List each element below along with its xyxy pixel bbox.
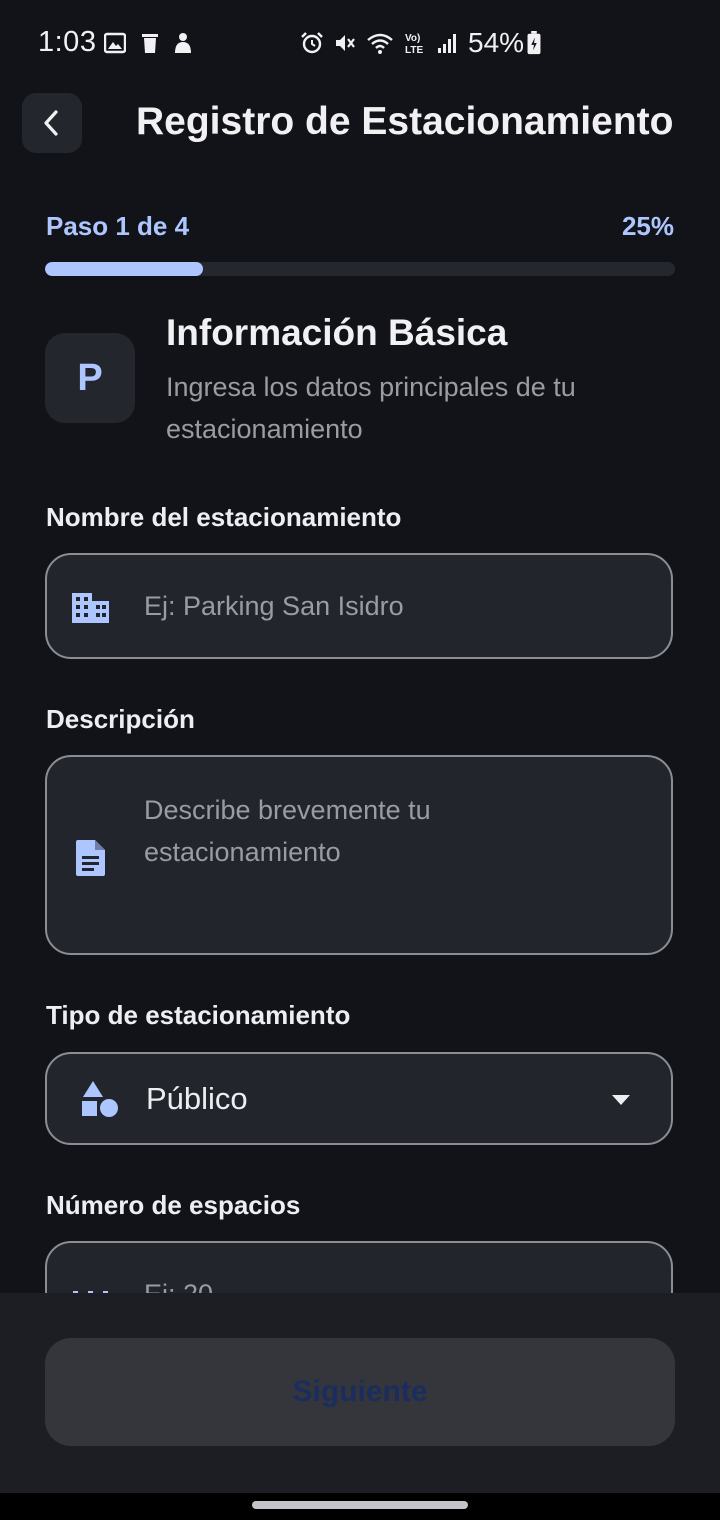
volte-icon: Vo) LTE [405, 33, 423, 55]
description-placeholder: Describe brevemente tu estacionamiento [144, 795, 431, 867]
status-bar: 1:03 Vo) LTE 54% [0, 0, 720, 88]
home-indicator[interactable] [252, 1501, 468, 1509]
person-icon [175, 33, 191, 53]
back-button[interactable] [22, 93, 82, 153]
spaces-field-label: Número de espacios [46, 1190, 301, 1220]
type-field-label: Tipo de estacionamiento [46, 1000, 351, 1030]
svg-text:LTE: LTE [405, 45, 423, 55]
battery-percentage: 54% [468, 27, 525, 58]
wifi-icon [367, 33, 393, 54]
building-icon [72, 593, 109, 623]
name-input-placeholder: Ej: Parking San Isidro [144, 591, 404, 621]
progress-bar [45, 262, 675, 276]
progress-percentage: 25% [621, 211, 674, 241]
name-input[interactable]: Ej: Parking San Isidro [45, 553, 673, 659]
type-select[interactable]: Público [45, 1052, 673, 1145]
status-time: 1:03 [38, 26, 97, 58]
step-indicator: Paso 1 de 4 [46, 211, 190, 241]
chevron-left-icon [44, 110, 58, 136]
name-field-label: Nombre del estacionamiento [46, 502, 402, 532]
svg-text:Vo): Vo) [405, 33, 420, 44]
page-title: Registro de Estacionamiento [136, 100, 674, 143]
type-select-value: Público [146, 1081, 248, 1116]
description-textarea[interactable]: Describe brevemente tu estacionamiento [45, 755, 673, 955]
shapes-icon [82, 1081, 118, 1117]
mute-icon [336, 35, 355, 51]
description-field-label: Descripción [46, 704, 195, 734]
progress-bar-fill [45, 262, 203, 276]
image-icon [104, 32, 126, 54]
section-subtitle: Ingresa los datos principales de tu esta… [166, 372, 576, 444]
next-button[interactable]: Siguiente [45, 1338, 675, 1446]
parking-badge: P [45, 333, 135, 423]
alarm-icon [301, 32, 323, 54]
signal-icon [438, 34, 456, 53]
trash-icon [142, 34, 158, 53]
dropdown-arrow-icon [612, 1095, 630, 1105]
document-icon [76, 840, 105, 876]
section-title: Información Básica [166, 312, 508, 353]
battery-icon [527, 31, 541, 55]
